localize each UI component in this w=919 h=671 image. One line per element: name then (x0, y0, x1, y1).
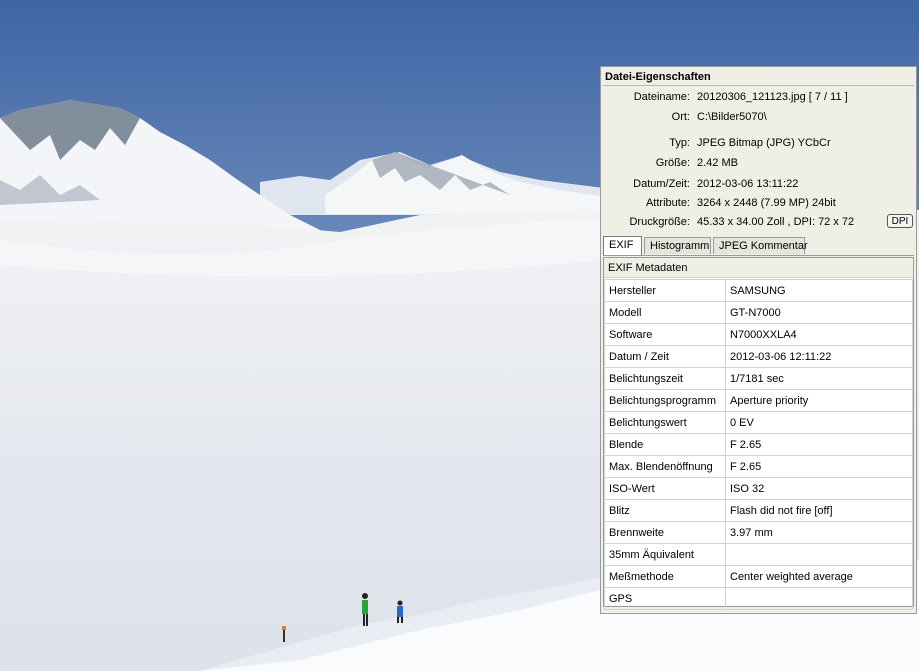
prop-row-type: Typ: JPEG Bitmap (JPG) YCbCr (601, 135, 916, 151)
exif-key: Belichtungsprogramm (604, 389, 726, 412)
exif-key: Software (604, 323, 726, 346)
prop-value-printsize: 45.33 x 34.00 Zoll , DPI: 72 x 72 (697, 216, 855, 228)
prop-row-printsize: Druckgröße: 45.33 x 34.00 Zoll , DPI: 72… (601, 214, 916, 230)
exif-value: 3.97 mm (725, 521, 913, 544)
prop-label: Dateiname: (633, 91, 690, 103)
exif-value: 2012-03-06 12:11:22 (725, 345, 913, 368)
exif-value: SAMSUNG (725, 279, 913, 302)
exif-key: Belichtungszeit (604, 367, 726, 390)
exif-key: Datum / Zeit (604, 345, 726, 368)
exif-value (725, 587, 913, 610)
exif-value: 0 EV (725, 411, 913, 434)
table-row[interactable]: Blitz Flash did not fire [off] (604, 499, 913, 522)
tab-histogramm[interactable]: Histogramm (644, 237, 711, 254)
table-row[interactable]: Datum / Zeit 2012-03-06 12:11:22 (604, 345, 913, 368)
prop-row-filename: Dateiname: 20120306_121123.jpg [ 7 / 11 … (601, 89, 916, 105)
exif-table: Hersteller SAMSUNG Modell GT-N7000 Softwar… (604, 279, 913, 610)
table-row[interactable]: ISO-Wert ISO 32 (604, 477, 913, 500)
prop-label: Datum/Zeit: (633, 178, 690, 190)
exif-value: Aperture priority (725, 389, 913, 412)
table-row[interactable]: Software N7000XXLA4 (604, 323, 913, 346)
table-row[interactable]: Hersteller SAMSUNG (604, 279, 913, 302)
exif-key: Max. Blendenöffnung (604, 455, 726, 478)
prop-label: Ort: (671, 111, 690, 123)
prop-value-attributes: 3264 x 2448 (7.99 MP) 24bit (697, 197, 836, 209)
tab-jpeg-kommentar[interactable]: JPEG Kommentar (713, 237, 808, 254)
exif-value: F 2.65 (725, 433, 913, 456)
prop-label: Typ: (669, 137, 690, 149)
exif-key: Blitz (604, 499, 726, 522)
exif-value: Flash did not fire [off] (725, 499, 913, 522)
prop-label: Attribute: (645, 197, 690, 209)
table-row[interactable]: Belichtungsprogramm Aperture priority (604, 389, 913, 412)
exif-key: ISO-Wert (604, 477, 726, 500)
exif-value (725, 543, 913, 566)
prop-row-attributes: Attribute: 3264 x 2448 (7.99 MP) 24bit (601, 195, 916, 211)
exif-key: Meßmethode (604, 565, 726, 588)
prop-value-datetime: 2012-03-06 13:11:22 (697, 178, 799, 190)
prop-row-location: Ort: C:\Bilder5070\ (601, 109, 916, 125)
exif-key: Brennweite (604, 521, 726, 544)
prop-label: Druckgröße: (629, 216, 690, 228)
table-row[interactable]: Belichtungszeit 1/7181 sec (604, 367, 913, 390)
table-row[interactable]: Max. Blendenöffnung F 2.65 (604, 455, 913, 478)
exif-key: Belichtungswert (604, 411, 726, 434)
exif-value: 1/7181 sec (725, 367, 913, 390)
tab-exif[interactable]: EXIF (603, 236, 642, 255)
exif-key: Blende (604, 433, 726, 456)
title-divider (603, 85, 914, 86)
tab-divider (603, 255, 914, 256)
table-row[interactable]: Brennweite 3.97 mm (604, 521, 913, 544)
table-row[interactable]: GPS (604, 587, 913, 610)
prop-value-filename: 20120306_121123.jpg [ 7 / 11 ] (697, 91, 848, 103)
exif-value: N7000XXLA4 (725, 323, 913, 346)
exif-value: F 2.65 (725, 455, 913, 478)
exif-value: Center weighted average (725, 565, 913, 588)
table-row[interactable]: Belichtungswert 0 EV (604, 411, 913, 434)
exif-panel: EXIF Metadaten Hersteller SAMSUNG Modell G… (603, 257, 914, 610)
prop-row-size: Größe: 2.42 MB (601, 155, 916, 171)
prop-value-size: 2.42 MB (697, 157, 738, 169)
prop-value-location: C:\Bilder5070\ (697, 111, 767, 123)
exif-value: ISO 32 (725, 477, 913, 500)
prop-value-type: JPEG Bitmap (JPG) YCbCr (697, 137, 831, 149)
dpi-button[interactable]: DPI (887, 214, 913, 228)
exif-key: GPS (604, 587, 726, 610)
exif-key: 35mm Äquivalent (604, 543, 726, 566)
exif-key: Hersteller (604, 279, 726, 302)
exif-value: GT-N7000 (725, 301, 913, 324)
table-row[interactable]: Meßmethode Center weighted average (604, 565, 913, 588)
exif-header: EXIF Metadaten (604, 258, 913, 278)
file-properties-panel: Datei-Eigenschaften Dateiname: 20120306_… (600, 66, 917, 614)
table-row[interactable]: Modell GT-N7000 (604, 301, 913, 324)
prop-row-datetime: Datum/Zeit: 2012-03-06 13:11:22 (601, 176, 916, 192)
panel-title: Datei-Eigenschaften (605, 71, 711, 83)
prop-label: Größe: (655, 157, 690, 169)
exif-key: Modell (604, 301, 726, 324)
table-row[interactable]: Blende F 2.65 (604, 433, 913, 456)
table-row[interactable]: 35mm Äquivalent (604, 543, 913, 566)
